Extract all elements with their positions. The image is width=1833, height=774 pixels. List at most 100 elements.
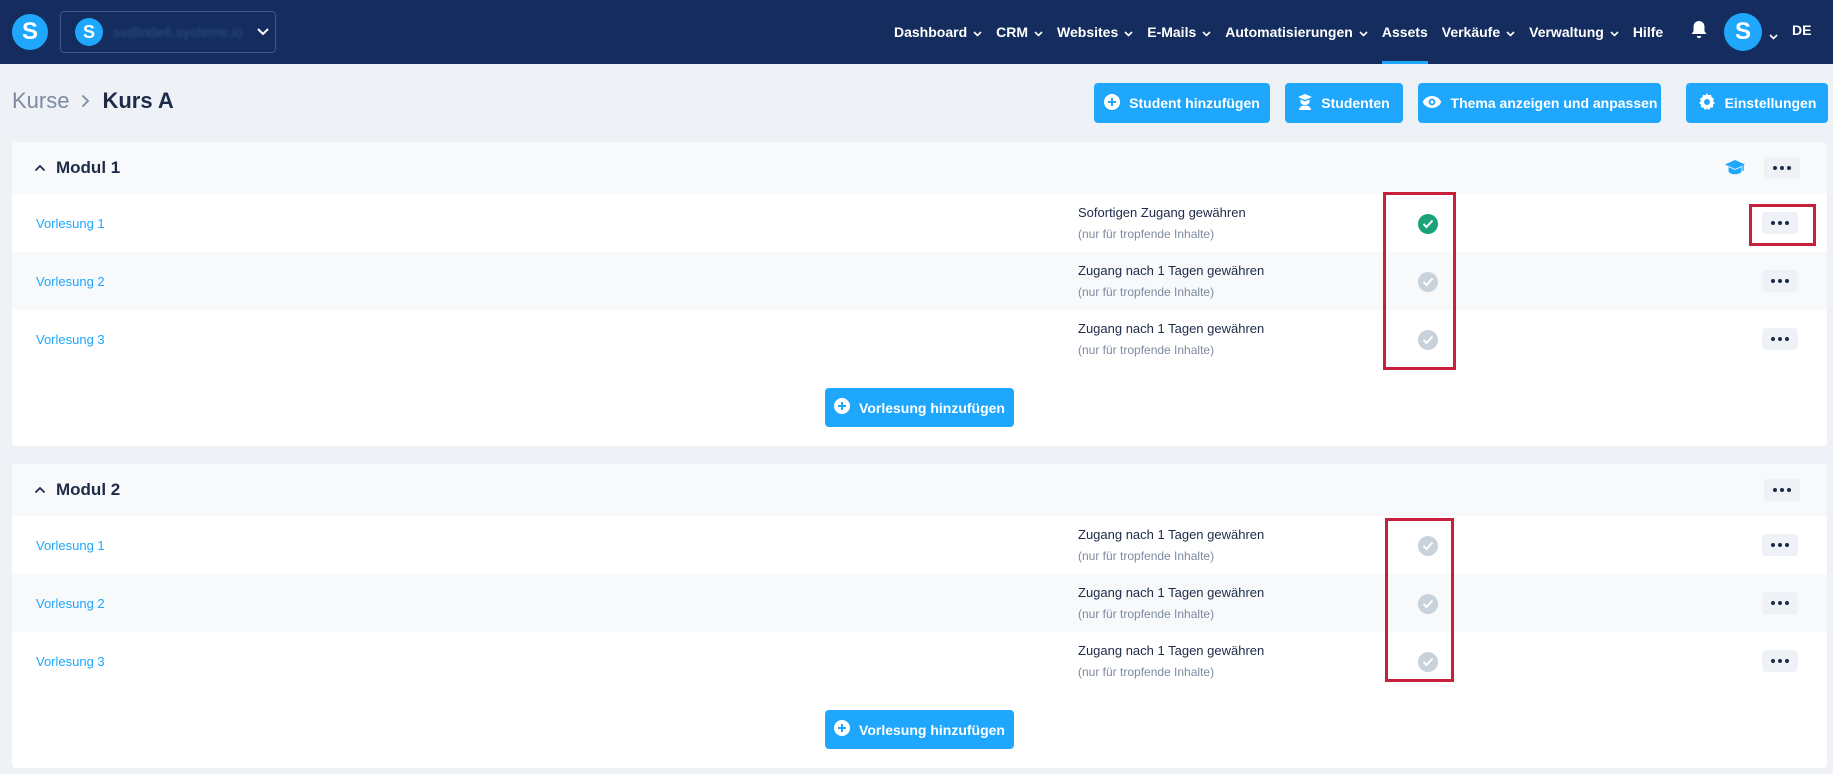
graduation-cap-icon[interactable] — [1725, 159, 1745, 182]
workspace-logo: S — [75, 18, 103, 46]
add-student-button[interactable]: Student hinzufügen — [1094, 83, 1270, 123]
add-lecture-button[interactable]: Vorlesung hinzufügen — [825, 710, 1014, 749]
nav-assets[interactable]: Assets — [1381, 0, 1428, 64]
dot — [1773, 488, 1777, 492]
lecture-link[interactable]: Vorlesung 2 — [36, 596, 105, 611]
module-header[interactable]: Modul 1 — [12, 142, 1827, 194]
nav-websites[interactable]: Websites — [1057, 0, 1133, 64]
nav-emails[interactable]: E-Mails — [1147, 0, 1211, 64]
access-rule: Zugang nach 1 Tagen gewähren — [1078, 321, 1265, 336]
access-rule: Sofortigen Zugang gewähren — [1078, 205, 1246, 220]
nav-sales[interactable]: Verkäufe — [1442, 0, 1515, 64]
dot — [1785, 221, 1789, 225]
nav-label: Verwaltung — [1529, 24, 1604, 40]
chevron-up-icon[interactable] — [34, 481, 46, 499]
module-header[interactable]: Modul 2 — [12, 464, 1827, 516]
access-note: (nur für tropfende Inhalte) — [1078, 549, 1215, 563]
lecture-more-button[interactable] — [1762, 592, 1798, 614]
add-lecture-button[interactable]: Vorlesung hinzufügen — [825, 388, 1014, 427]
eye-icon — [1422, 95, 1442, 112]
nav-label: CRM — [996, 24, 1029, 40]
chevron-down-icon — [1506, 24, 1515, 40]
lecture-row: Vorlesung 3 Zugang nach 1 Tagen gewähren… — [12, 632, 1827, 690]
check-circle-icon[interactable] — [1418, 330, 1438, 350]
graduation-cap-icon — [1298, 93, 1313, 113]
lecture-row: Vorlesung 1 Zugang nach 1 Tagen gewähren… — [12, 516, 1827, 574]
top-navbar: S S svdlinde6.systeme.io Dashboard CRM W… — [0, 0, 1833, 64]
nav-label: Verkäufe — [1441, 24, 1501, 40]
students-button[interactable]: Studenten — [1285, 83, 1403, 123]
nav-label: E-Mails — [1147, 24, 1197, 40]
lecture-link[interactable]: Vorlesung 2 — [36, 274, 105, 289]
module-title: Modul 2 — [56, 480, 121, 499]
access-rule: Zugang nach 1 Tagen gewähren — [1078, 263, 1265, 278]
dot — [1780, 166, 1784, 170]
module-more-button[interactable] — [1764, 157, 1800, 179]
dot — [1778, 279, 1782, 283]
lecture-more-button[interactable] — [1762, 270, 1798, 292]
lecture-link[interactable]: Vorlesung 1 — [36, 216, 105, 231]
access-note: (nur für tropfende Inhalte) — [1078, 607, 1215, 621]
nav-label: Dashboard — [894, 24, 968, 40]
dot — [1780, 488, 1784, 492]
dot — [1771, 601, 1775, 605]
access-note: (nur für tropfende Inhalte) — [1078, 285, 1215, 299]
check-circle-icon[interactable] — [1418, 272, 1438, 292]
access-rule: Zugang nach 1 Tagen gewähren — [1078, 585, 1265, 600]
dot — [1785, 337, 1789, 341]
dot — [1778, 659, 1782, 663]
lecture-more-button[interactable] — [1762, 212, 1798, 234]
dot — [1785, 659, 1789, 663]
lecture-more-button[interactable] — [1762, 650, 1798, 672]
nav-label: Automatisierungen — [1225, 24, 1353, 40]
nav-help[interactable]: Hilfe — [1633, 0, 1663, 64]
nav-label: Assets — [1381, 24, 1428, 40]
user-avatar[interactable]: S — [1724, 13, 1762, 51]
nav-automations[interactable]: Automatisierungen — [1225, 0, 1368, 64]
dot — [1771, 279, 1775, 283]
gear-icon — [1698, 92, 1716, 114]
button-label: Einstellungen — [1724, 95, 1817, 111]
plus-circle-icon — [834, 398, 851, 417]
lecture-link[interactable]: Vorlesung 3 — [36, 332, 105, 347]
dot — [1771, 221, 1775, 225]
main-nav: Dashboard CRM Websites E-Mails Automatis… — [894, 0, 1677, 64]
nav-dashboard[interactable]: Dashboard — [894, 0, 982, 64]
chevron-down-icon — [1034, 24, 1043, 40]
lecture-link[interactable]: Vorlesung 1 — [36, 538, 105, 553]
module-card: Modul 1 Vorlesung 1 Sofortigen Zugang ge… — [12, 142, 1827, 446]
module-more-button[interactable] — [1764, 479, 1800, 501]
dot — [1771, 659, 1775, 663]
nav-administration[interactable]: Verwaltung — [1529, 0, 1619, 64]
language-selector[interactable]: DE — [1792, 22, 1811, 38]
chevron-down-icon[interactable] — [1769, 27, 1778, 45]
nav-crm[interactable]: CRM — [996, 0, 1043, 64]
button-label: Thema anzeigen und anpassen — [1450, 95, 1658, 111]
check-circle-icon[interactable] — [1418, 214, 1438, 234]
lecture-row: Vorlesung 1 Sofortigen Zugang gewähren (… — [12, 194, 1827, 252]
workspace-switcher[interactable]: S svdlinde6.systeme.io — [60, 11, 276, 53]
lecture-link[interactable]: Vorlesung 3 — [36, 654, 105, 669]
dot — [1785, 279, 1789, 283]
breadcrumb-parent-link[interactable]: Kurse — [12, 88, 69, 114]
chevron-down-icon — [1202, 24, 1211, 40]
dot — [1785, 601, 1789, 605]
settings-button[interactable]: Einstellungen — [1686, 83, 1828, 123]
workspace-name: svdlinde6.systeme.io — [113, 24, 243, 40]
lecture-more-button[interactable] — [1762, 328, 1798, 350]
lecture-more-button[interactable] — [1762, 534, 1798, 556]
button-label: Vorlesung hinzufügen — [859, 399, 1005, 416]
check-circle-icon[interactable] — [1418, 536, 1438, 556]
check-circle-icon[interactable] — [1418, 594, 1438, 614]
chevron-down-icon — [1359, 24, 1368, 40]
button-label: Vorlesung hinzufügen — [859, 721, 1005, 738]
dot — [1778, 337, 1782, 341]
dot — [1785, 543, 1789, 547]
button-label: Studenten — [1321, 95, 1390, 111]
view-theme-button[interactable]: Thema anzeigen und anpassen — [1418, 83, 1661, 123]
check-circle-icon[interactable] — [1418, 652, 1438, 672]
chevron-up-icon[interactable] — [34, 159, 46, 177]
chevron-right-icon — [81, 88, 90, 114]
app-logo[interactable]: S — [12, 14, 48, 50]
bell-icon[interactable] — [1690, 20, 1708, 45]
